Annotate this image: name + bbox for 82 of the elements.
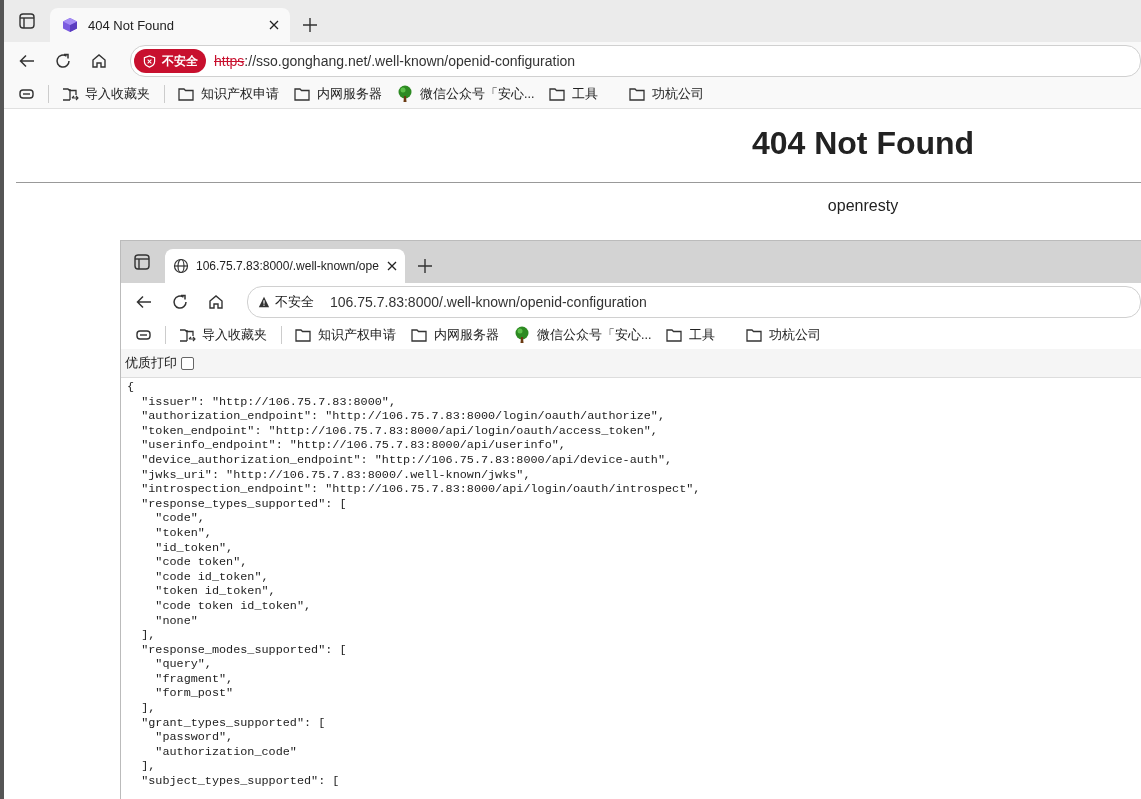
new-tab-icon[interactable] bbox=[302, 17, 318, 33]
page-heading: 404 Not Found bbox=[750, 125, 976, 162]
json-line: "none" bbox=[154, 613, 199, 629]
bookmark[interactable]: 知识产权申请 bbox=[294, 326, 396, 344]
bookmark[interactable]: 内网服务器 bbox=[293, 85, 382, 103]
pretty-print-checkbox[interactable] bbox=[181, 356, 194, 370]
bookmark[interactable]: 微信公众号「安心... bbox=[396, 85, 535, 103]
collections-icon[interactable] bbox=[135, 328, 153, 342]
browser-tab[interactable]: 404 Not Found bbox=[50, 8, 290, 42]
json-line: ], bbox=[140, 628, 157, 643]
json-line: "form_post" bbox=[154, 686, 235, 702]
json-line: "userinfo_endpoint": "http://106.75.7.83:8000/api/userinfo", bbox=[140, 438, 567, 453]
json-line: "token id_token", bbox=[154, 584, 277, 599]
tree-icon bbox=[396, 85, 414, 103]
json-line: "query", bbox=[154, 657, 213, 672]
collections-icon[interactable] bbox=[18, 87, 36, 101]
url-text: https://sso.gonghang.net/.well-known/openid-configuration bbox=[214, 53, 576, 69]
folder-icon bbox=[177, 86, 195, 102]
json-line: "token", bbox=[154, 525, 213, 541]
json-line: "grant_types_supported": [ bbox=[140, 715, 327, 731]
json-line: "fragment", bbox=[154, 671, 235, 687]
close-icon[interactable] bbox=[385, 260, 398, 272]
sidebar-icon[interactable] bbox=[133, 253, 151, 271]
folder-icon bbox=[293, 86, 311, 102]
url-text: 106.75.7.83:8000/.well-known/openid-configuration bbox=[330, 294, 647, 310]
json-line: ], bbox=[140, 701, 157, 716]
json-line: "code token", bbox=[154, 555, 249, 570]
json-line: "code id_token", bbox=[154, 569, 270, 585]
home-icon[interactable] bbox=[90, 52, 108, 70]
shield-icon bbox=[143, 54, 156, 68]
json-line: "code", bbox=[154, 511, 206, 526]
json-line: "response_types_supported": [ bbox=[140, 496, 348, 512]
json-line: { bbox=[127, 380, 136, 395]
new-tab-icon[interactable] bbox=[417, 258, 433, 274]
tree-icon bbox=[513, 326, 531, 344]
json-line: "token_endpoint": "http://106.75.7.83:8000/api/login/oauth/access_token", bbox=[140, 423, 659, 439]
bookmark[interactable]: 功杭公司 bbox=[745, 326, 822, 344]
address-bar[interactable]: 不安全 https://sso.gonghang.net/.well-known/openid-configuration bbox=[130, 45, 1141, 77]
json-line: "id_token", bbox=[154, 540, 235, 556]
bookmark[interactable]: 工具 bbox=[665, 326, 716, 344]
reload-icon[interactable] bbox=[171, 293, 189, 311]
cube-icon bbox=[62, 17, 78, 33]
bookmark[interactable]: 功杭公司 bbox=[628, 85, 705, 103]
json-line: "response_modes_supported": [ bbox=[140, 642, 348, 658]
json-line: "issuer": "http://106.75.7.83:8000", bbox=[140, 394, 397, 410]
not-secure-badge[interactable]: 不安全 bbox=[134, 49, 206, 73]
import-icon bbox=[178, 327, 196, 343]
import-icon bbox=[61, 86, 79, 102]
json-line: "device_authorization_endpoint": "http://106.75.7.83:8000/api/device-auth", bbox=[140, 452, 674, 468]
pretty-print-label: 优质打印 bbox=[125, 354, 177, 372]
folder-icon bbox=[628, 86, 647, 102]
back-icon[interactable] bbox=[18, 52, 36, 70]
json-line: "authorization_code" bbox=[154, 744, 298, 760]
bookmark[interactable]: 导入收藏夹 bbox=[178, 326, 267, 344]
bookmark[interactable]: 导入收藏夹 bbox=[61, 85, 150, 103]
warning-icon bbox=[258, 296, 270, 308]
json-line: "introspection_endpoint": "http://106.75.7.83:8000/api/login/oauth/introspect", bbox=[140, 482, 702, 497]
json-line: "authorization_endpoint": "http://106.75.7.83:8000/login/oauth/authorize", bbox=[140, 409, 667, 424]
json-line: ], bbox=[140, 759, 157, 775]
bookmark[interactable]: 工具 bbox=[548, 85, 599, 103]
json-line: "code token id_token", bbox=[154, 598, 313, 614]
bookmark[interactable]: 知识产权申请 bbox=[177, 85, 279, 103]
bookmark[interactable]: 内网服务器 bbox=[410, 326, 499, 344]
back-icon[interactable] bbox=[135, 293, 153, 311]
folder-icon bbox=[745, 327, 764, 343]
bookmark[interactable]: 微信公众号「安心... bbox=[513, 326, 652, 344]
folder-icon bbox=[548, 86, 567, 102]
browser-tab[interactable]: 106.75.7.83:8000/.well-known/ope bbox=[165, 249, 405, 283]
sidebar-icon[interactable] bbox=[18, 12, 36, 30]
close-icon[interactable] bbox=[268, 19, 280, 31]
json-line: "subject_types_supported": [ bbox=[140, 774, 341, 789]
json-line: "jwks_uri": "http://106.75.7.83:8000/.well-known/jwks", bbox=[140, 467, 532, 483]
not-secure-label[interactable]: 不安全 bbox=[275, 293, 314, 311]
folder-icon bbox=[665, 327, 684, 343]
home-icon[interactable] bbox=[207, 293, 225, 311]
folder-icon bbox=[410, 327, 428, 343]
server-name: openresty bbox=[826, 197, 900, 215]
globe-icon bbox=[173, 258, 189, 274]
folder-icon bbox=[294, 327, 312, 343]
json-line: "password", bbox=[154, 730, 235, 745]
reload-icon[interactable] bbox=[54, 52, 72, 70]
address-bar[interactable]: 不安全 106.75.7.83:8000/.well-known/openid-configuration bbox=[247, 286, 1141, 318]
